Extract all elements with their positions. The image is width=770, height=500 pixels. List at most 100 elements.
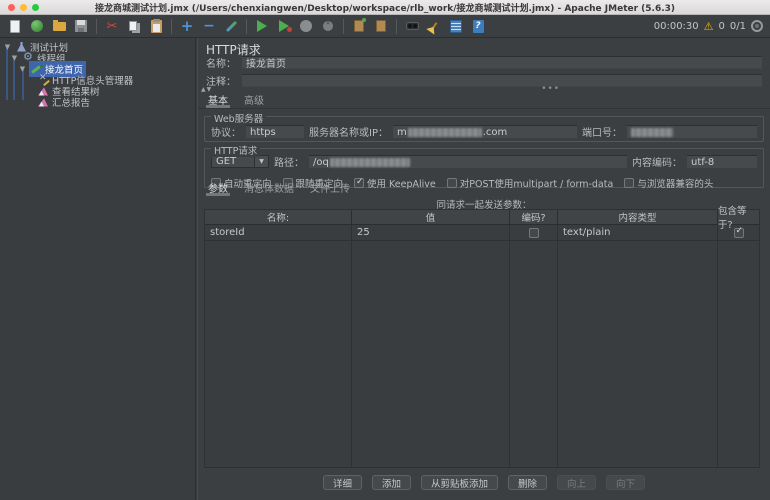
shutdown-icon[interactable] <box>320 18 336 34</box>
path-label: 路径： <box>274 154 304 169</box>
checkbox[interactable] <box>529 228 539 238</box>
table-buttons: 详细 添加 从剪贴板添加 删除 向上 向下 <box>198 475 770 490</box>
tree-item-summary-report[interactable]: 汇总报告 <box>36 95 93 108</box>
tree-guide-line <box>13 59 15 100</box>
table-row[interactable]: storeId 25 text/plain <box>205 225 759 241</box>
up-button: 向上 <box>557 475 596 490</box>
toggle-icon[interactable] <box>223 18 239 34</box>
start-no-pauses-icon[interactable] <box>276 18 292 34</box>
port-input[interactable] <box>627 125 757 138</box>
window-title: 接龙商城测试计划.jmx (/Users/chenxiangwen/Deskto… <box>95 1 675 14</box>
clear-all-icon[interactable] <box>373 18 389 34</box>
cell-encode[interactable] <box>510 225 558 240</box>
name-input[interactable]: 接龙首页 <box>242 56 762 69</box>
window-titlebar: 接龙商城测试计划.jmx (/Users/chenxiangwen/Deskto… <box>0 0 770 15</box>
column-header-include-equals[interactable]: 包含等于? <box>718 210 759 224</box>
tab-files-upload[interactable]: 文件上传 <box>308 181 352 196</box>
detail-button[interactable]: 详细 <box>323 475 362 490</box>
add-from-clipboard-button[interactable]: 从剪贴板添加 <box>421 475 498 490</box>
comment-input[interactable] <box>242 74 762 87</box>
tab-basic[interactable]: 基本 <box>206 94 230 108</box>
search-icon[interactable] <box>404 18 420 34</box>
main-tab-bar: 基本 高级 <box>198 94 770 109</box>
toolbar-separator <box>171 19 172 34</box>
toolbar: 00:00:30 ⚠ 0 0/1 <box>0 15 770 38</box>
delete-button[interactable]: 删除 <box>508 475 547 490</box>
error-count: 0 <box>719 21 725 32</box>
table-grid-lines <box>205 225 759 467</box>
save-icon[interactable] <box>73 18 89 34</box>
tab-body-data[interactable]: 消息体数据 <box>242 181 296 196</box>
method-value: GET <box>212 156 254 167</box>
elapsed-timer: 00:00:30 <box>654 21 699 32</box>
templates-icon[interactable] <box>29 18 45 34</box>
collapse-all-icon[interactable] <box>201 18 217 34</box>
open-file-icon[interactable] <box>51 18 67 34</box>
toolbar-status-area: 00:00:30 ⚠ 0 0/1 <box>654 20 763 32</box>
down-button: 向下 <box>606 475 645 490</box>
web-server-group: Web服务器 协议： https 服务器名称或IP： m .com 端口号： <box>204 116 764 142</box>
server-name-input[interactable]: m .com <box>393 125 577 138</box>
redacted-path <box>330 158 410 167</box>
paste-icon[interactable] <box>148 18 164 34</box>
redacted-port <box>631 128 673 137</box>
expand-arrow-icon[interactable]: ▼ <box>18 65 27 73</box>
expand-arrow-icon[interactable]: ▼ <box>3 43 12 51</box>
expand-arrow-icon[interactable]: ▼ <box>10 54 19 62</box>
body-tab-bar: 参数 消息体数据 文件上传 <box>198 181 770 196</box>
server-name-prefix: m <box>397 127 407 138</box>
table-header-row: 名称: 值 编码? 内容类型 包含等于? <box>205 210 759 225</box>
traffic-lights <box>8 4 39 11</box>
redacted-server-name <box>408 128 482 137</box>
expand-all-icon[interactable] <box>179 18 195 34</box>
copy-icon[interactable] <box>126 18 142 34</box>
start-icon[interactable] <box>254 18 270 34</box>
warning-icon[interactable]: ⚠ <box>704 21 714 32</box>
chevron-down-icon[interactable]: ▼ <box>254 156 268 167</box>
cell-content-type[interactable]: text/plain <box>558 225 718 240</box>
clear-search-icon[interactable] <box>426 18 442 34</box>
toolbar-separator <box>246 19 247 34</box>
web-server-legend: Web服务器 <box>211 111 266 125</box>
column-header-value[interactable]: 值 <box>352 210 510 224</box>
thread-wheel-icon <box>751 20 763 32</box>
tree-guide-line <box>6 48 8 100</box>
protocol-input[interactable]: https <box>246 125 304 138</box>
cell-name[interactable]: storeId <box>205 225 352 240</box>
tab-advanced[interactable]: 高级 <box>242 94 266 108</box>
server-name-suffix: .com <box>483 127 508 138</box>
cell-include-equals[interactable] <box>718 225 759 240</box>
column-header-name[interactable]: 名称: <box>205 210 352 224</box>
stop-icon[interactable] <box>298 18 314 34</box>
splitter-grip-icon[interactable]: ••• <box>541 84 560 94</box>
clear-icon[interactable] <box>351 18 367 34</box>
close-window-button[interactable] <box>8 4 15 11</box>
encoding-input[interactable]: utf-8 <box>687 155 757 168</box>
http-request-panel: HTTP请求 名称： 接龙首页 注释： ▲▼ ••• 基本 高级 Web服务器 … <box>197 38 770 500</box>
tab-parameters[interactable]: 参数 <box>206 181 230 196</box>
new-file-icon[interactable] <box>7 18 23 34</box>
port-label: 端口号： <box>582 124 622 139</box>
function-helper-icon[interactable] <box>448 18 464 34</box>
toolbar-separator <box>396 19 397 34</box>
column-header-content-type[interactable]: 内容类型 <box>558 210 718 224</box>
tree-item-label: 汇总报告 <box>52 95 90 109</box>
server-name-label: 服务器名称或IP： <box>309 124 388 139</box>
add-button[interactable]: 添加 <box>372 475 411 490</box>
toolbar-separator <box>96 19 97 34</box>
parameters-table: 名称: 值 编码? 内容类型 包含等于? storeId 25 text/pla… <box>204 209 760 468</box>
cell-value[interactable]: 25 <box>352 225 510 240</box>
path-prefix: /oq <box>313 157 329 168</box>
help-icon[interactable] <box>470 18 486 34</box>
cut-icon[interactable] <box>104 18 120 34</box>
protocol-label: 协议： <box>211 124 241 139</box>
test-plan-tree: ▼ 测试计划 ▼ 线程组 ▼ 接龙首页 HTTP信息头管理器 查看结果树 汇总报… <box>0 38 196 500</box>
minimize-window-button[interactable] <box>20 4 27 11</box>
panel-splitter[interactable]: ▲▼ ••• <box>198 87 770 94</box>
checkbox-checked[interactable] <box>734 228 744 238</box>
column-header-encode[interactable]: 编码? <box>510 210 558 224</box>
path-input[interactable]: /oq <box>309 155 627 168</box>
zoom-window-button[interactable] <box>32 4 39 11</box>
encoding-label: 内容编码： <box>632 154 682 169</box>
toolbar-separator <box>343 19 344 34</box>
